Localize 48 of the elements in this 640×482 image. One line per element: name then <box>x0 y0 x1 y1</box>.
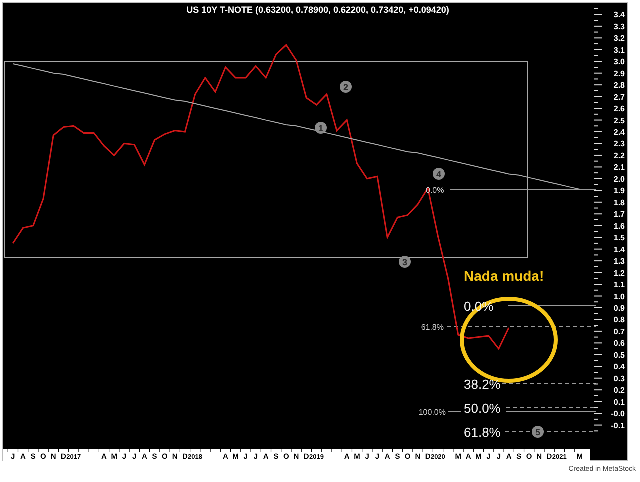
fib-label: 38.2% <box>464 377 501 392</box>
y-axis-label: -0.1 <box>611 421 625 430</box>
y-axis-label: 3.4 <box>614 10 625 20</box>
y-axis-label: 2.8 <box>614 81 625 90</box>
y-axis-label: 1.6 <box>614 222 625 231</box>
fib-label: 100.0% <box>418 408 446 417</box>
y-axis-label: 0.3 <box>614 374 625 384</box>
y-axis-label: 1.7 <box>614 210 625 220</box>
callout-text: Nada muda! <box>464 268 544 284</box>
y-axis-label: 1.5 <box>614 234 625 243</box>
y-axis-label: 0.9 <box>614 304 625 313</box>
y-axis-label: 0.8 <box>614 316 625 325</box>
y-axis-label: -0.0 <box>611 410 625 419</box>
y-axis-label: 2.7 <box>614 92 625 102</box>
chart-title: US 10Y T-NOTE (0.63200, 0.78900, 0.62200, 0.73420, +0.09420) <box>186 5 450 15</box>
y-axis-label: 2.5 <box>614 116 625 126</box>
y-axis-label: 1.2 <box>614 268 625 278</box>
wave-marker: 1 <box>315 122 327 134</box>
y-axis-label: 3.1 <box>614 46 625 55</box>
wave-marker: 2 <box>340 81 352 93</box>
y-axis-label: 1.9 <box>614 186 625 196</box>
fib-label: 50.0% <box>464 401 501 416</box>
y-axis-label: 3.2 <box>614 34 625 44</box>
y-axis-label: 0.6 <box>614 339 625 348</box>
y-axis-label: 0.2 <box>614 386 625 396</box>
y-axis-label: 2.6 <box>614 104 625 114</box>
y-axis-label: 1.3 <box>614 257 625 266</box>
y-axis-label: 1.8 <box>614 198 625 208</box>
y-axis-label: 0.7 <box>614 327 625 336</box>
y-axis-label: 0.5 <box>614 350 625 360</box>
y-axis-label: 2.4 <box>614 128 625 138</box>
wave-marker: 4 <box>433 168 445 180</box>
y-axis-label: 2.3 <box>614 140 625 149</box>
y-axis-label: 3.0 <box>614 58 625 67</box>
wave-marker: 3 <box>399 256 411 268</box>
y-axis-label: 3.3 <box>614 22 625 32</box>
wave-marker: 5 <box>532 426 544 438</box>
y-axis-label: 0.4 <box>614 362 625 372</box>
fib-label: 61.8% <box>464 425 501 440</box>
y-axis-label: 1.0 <box>614 292 625 302</box>
y-axis-label: 2.2 <box>614 151 625 160</box>
fib-label: 61.8% <box>421 323 444 332</box>
y-axis-label: 2.1 <box>614 163 625 172</box>
y-axis-label: 2.0 <box>614 174 625 184</box>
y-axis-label: 1.1 <box>614 280 625 290</box>
y-axis-label: 1.4 <box>614 245 625 254</box>
y-axis-label: 2.9 <box>614 69 625 78</box>
y-axis-label: 0.1 <box>614 398 625 407</box>
